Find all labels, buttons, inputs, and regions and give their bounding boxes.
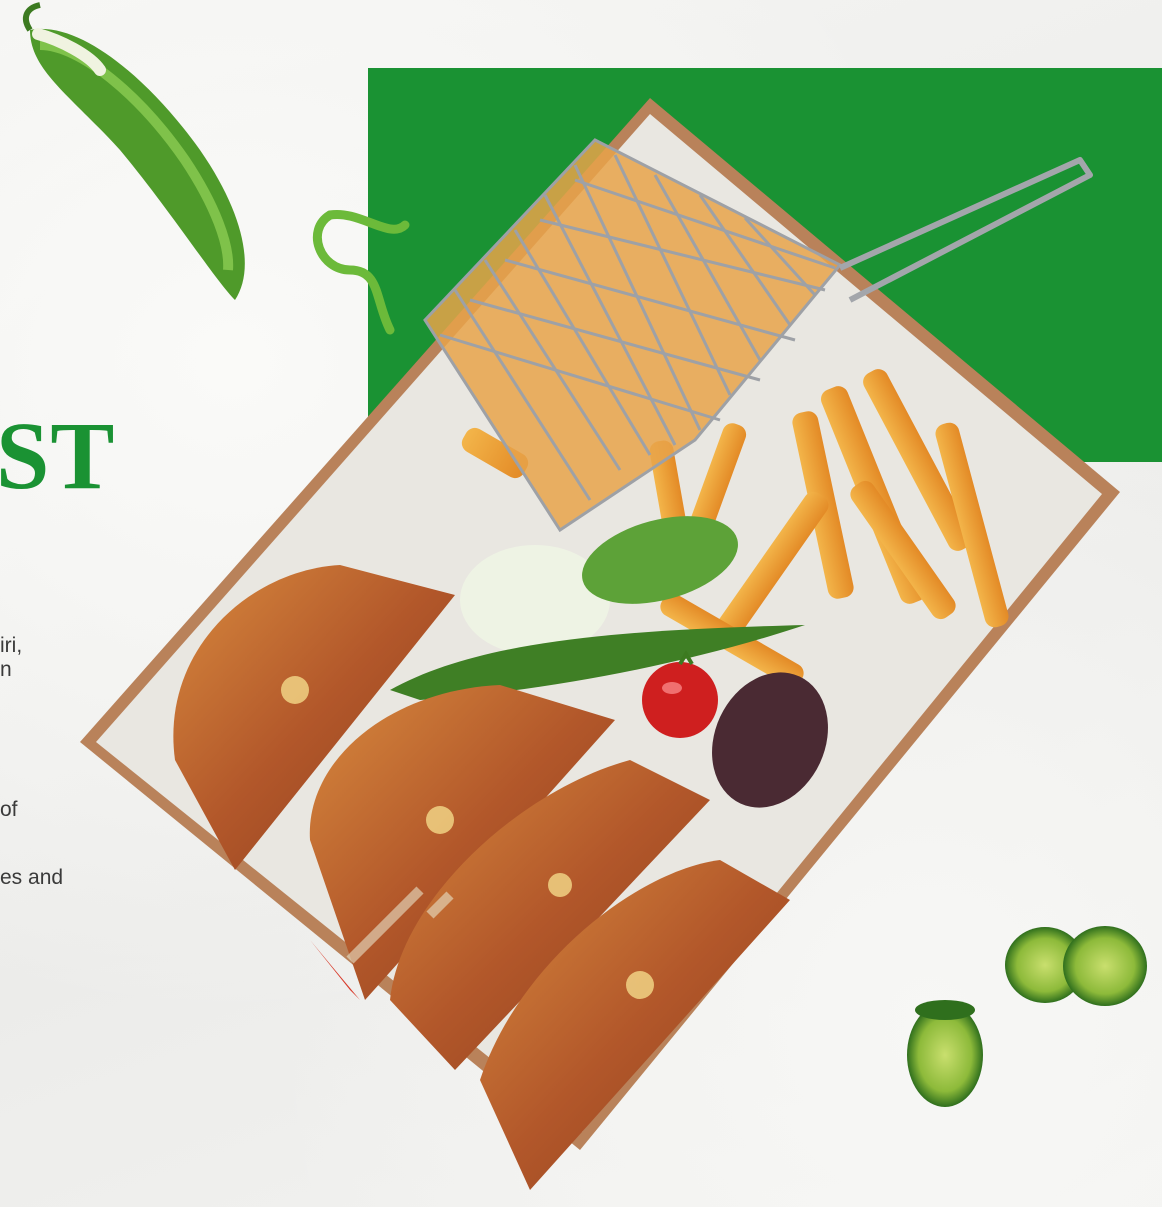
green-pepper-icon (22, 2, 245, 300)
food-photo (22, 2, 1147, 1190)
cucumber-slice-icon (907, 926, 1147, 1107)
